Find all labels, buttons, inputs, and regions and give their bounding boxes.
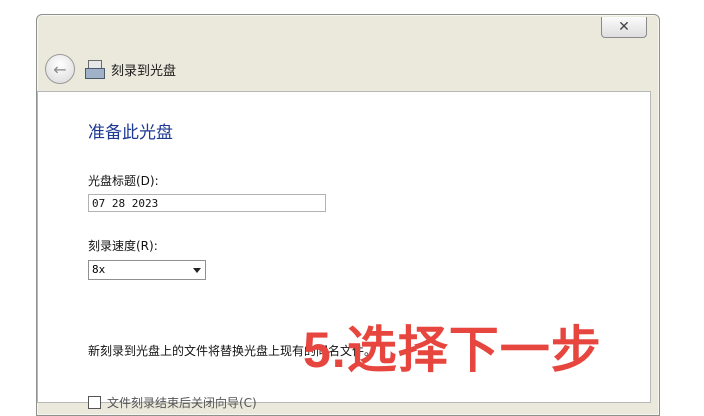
close-icon: ✕ [618,19,630,35]
close-button[interactable]: ✕ [601,17,647,38]
chevron-down-icon [193,268,201,273]
burn-disc-icon [85,60,105,79]
back-arrow-icon: ← [53,59,67,79]
burn-speed-value: 8x [92,263,106,276]
back-button[interactable]: ← [45,54,75,84]
step-instruction-overlay: 5.选择下一步 [303,322,602,378]
burn-speed-label: 刻录速度(R): [88,239,158,253]
page-heading: 准备此光盘 [88,123,173,143]
burn-speed-select[interactable]: 8x [88,260,206,280]
disc-title-label: 光盘标题(D): [88,174,159,188]
title-bar: ← 刻录到光盘 [45,53,625,85]
close-wizard-checkbox-row[interactable]: 文件刻录结束后关闭向导(C) [88,394,257,411]
close-wizard-checkbox-label: 文件刻录结束后关闭向导(C) [107,396,257,410]
close-wizard-checkbox[interactable] [88,396,101,409]
window-title: 刻录到光盘 [111,63,177,79]
disc-title-input[interactable]: 07 28 2023 [88,194,326,212]
